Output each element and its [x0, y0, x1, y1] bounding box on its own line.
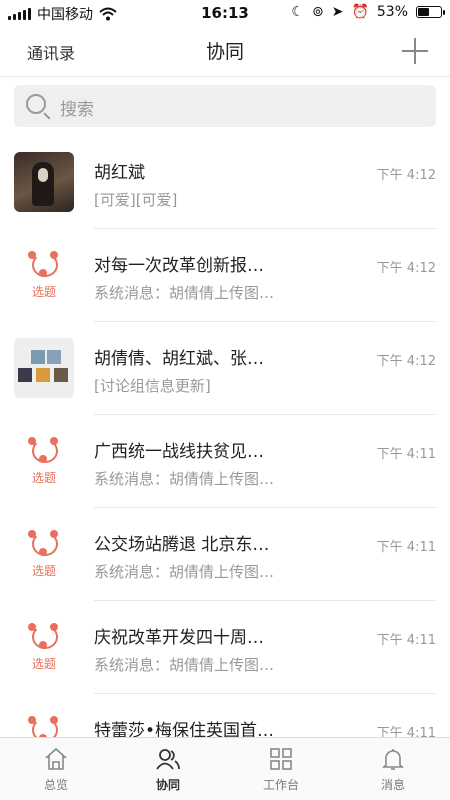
tab-label: 协同 — [155, 778, 180, 792]
tab-label: 工作台 — [262, 778, 299, 792]
group-avatar — [14, 338, 74, 398]
topic-avatar: 选题 — [14, 524, 74, 584]
topic-icon — [28, 251, 60, 279]
conversation-title: 胡倩倩、胡红斌、张… — [94, 349, 264, 369]
topic-icon — [28, 530, 60, 558]
conversation-row[interactable]: 选题 公交场站腾退 北京东… 系统消息：胡倩倩上传图… 下午 4:11 — [0, 508, 450, 601]
conversation-list: 胡红斌 [可爱][可爱] 下午 4:12 选题 对每一次改革创新报… 系统消息：… — [0, 136, 450, 787]
conversation-row[interactable]: 胡红斌 [可爱][可爱] 下午 4:12 — [0, 136, 450, 229]
topic-avatar: 选题 — [14, 245, 74, 305]
battery-icon — [416, 6, 445, 18]
tab-overview[interactable]: 总览 — [16, 746, 96, 793]
conversation-time: 下午 4:12 — [376, 261, 436, 276]
search-icon — [26, 94, 46, 114]
search-input[interactable]: 搜索 — [14, 85, 436, 127]
conversation-time: 下午 4:11 — [376, 633, 436, 648]
conversation-row[interactable]: 选题 对每一次改革创新报… 系统消息：胡倩倩上传图… 下午 4:12 — [0, 229, 450, 322]
avatar — [14, 152, 74, 212]
conversation-row[interactable]: 选题 广西统一战线扶贫见… 系统消息：胡倩倩上传图… 下午 4:11 — [0, 415, 450, 508]
tab-collaboration[interactable]: 协同 — [128, 746, 208, 793]
conversation-row[interactable]: 选题 庆祝改革开发四十周… 系统消息：胡倩倩上传图… 下午 4:11 — [0, 601, 450, 694]
add-icon[interactable] — [402, 38, 428, 64]
conversation-time: 下午 4:12 — [376, 168, 436, 183]
conversation-title: 广西统一战线扶贫见… — [94, 442, 264, 462]
tab-label: 消息 — [380, 778, 405, 792]
alarm-icon: ⏰ — [351, 4, 369, 20]
topic-avatar: 选题 — [14, 617, 74, 677]
battery-percent: 53% — [376, 4, 408, 20]
conversation-title: 对每一次改革创新报… — [94, 256, 264, 276]
conversation-time: 下午 4:12 — [376, 354, 436, 369]
tab-workbench[interactable]: 工作台 — [241, 746, 321, 793]
search-placeholder: 搜索 — [60, 100, 94, 120]
status-bar: 中国移动 16:13 ☾ ⊚ ➤ ⏰ 53% — [0, 0, 450, 26]
conversation-title: 公交场站腾退 北京东… — [94, 535, 270, 555]
conversation-row[interactable]: 胡倩倩、胡红斌、张… [讨论组信息更新] 下午 4:12 — [0, 322, 450, 415]
topic-badge: 选题 — [31, 285, 56, 299]
topic-avatar: 选题 — [14, 431, 74, 491]
conversation-time: 下午 4:11 — [376, 447, 436, 462]
bell-icon — [382, 749, 404, 770]
status-right: ☾ ⊚ ➤ ⏰ 53% — [291, 4, 445, 20]
conversation-title: 胡红斌 — [94, 163, 145, 183]
topic-icon — [28, 437, 60, 465]
page-title: 协同 — [205, 41, 244, 63]
topic-icon — [28, 623, 60, 651]
conversation-preview: [可爱][可爱] — [94, 191, 178, 209]
grid-icon — [270, 748, 292, 770]
nav-bar: 通讯录 协同 — [0, 26, 450, 77]
conversation-preview: 系统消息：胡倩倩上传图… — [94, 284, 275, 302]
tab-label: 总览 — [43, 778, 68, 792]
moon-icon: ☾ — [291, 4, 304, 20]
conversation-title: 庆祝改革开发四十周… — [94, 628, 264, 648]
topic-badge: 选题 — [31, 564, 56, 578]
people-icon — [156, 749, 180, 770]
rotation-lock-icon: ⊚ — [311, 4, 324, 20]
topic-badge: 选题 — [31, 657, 56, 671]
tab-bar: 总览 协同 工作台 消息 — [0, 737, 450, 800]
tab-messages[interactable]: 消息 — [353, 746, 433, 793]
location-icon: ➤ — [331, 4, 344, 20]
conversation-preview: [讨论组信息更新] — [94, 377, 211, 395]
topic-badge: 选题 — [31, 471, 56, 485]
battery-fill — [418, 8, 429, 16]
conversation-preview: 系统消息：胡倩倩上传图… — [94, 470, 275, 488]
conversation-time: 下午 4:11 — [376, 540, 436, 555]
conversation-preview: 系统消息：胡倩倩上传图… — [94, 563, 275, 581]
conversation-preview: 系统消息：胡倩倩上传图… — [94, 656, 275, 674]
home-icon — [45, 747, 67, 770]
